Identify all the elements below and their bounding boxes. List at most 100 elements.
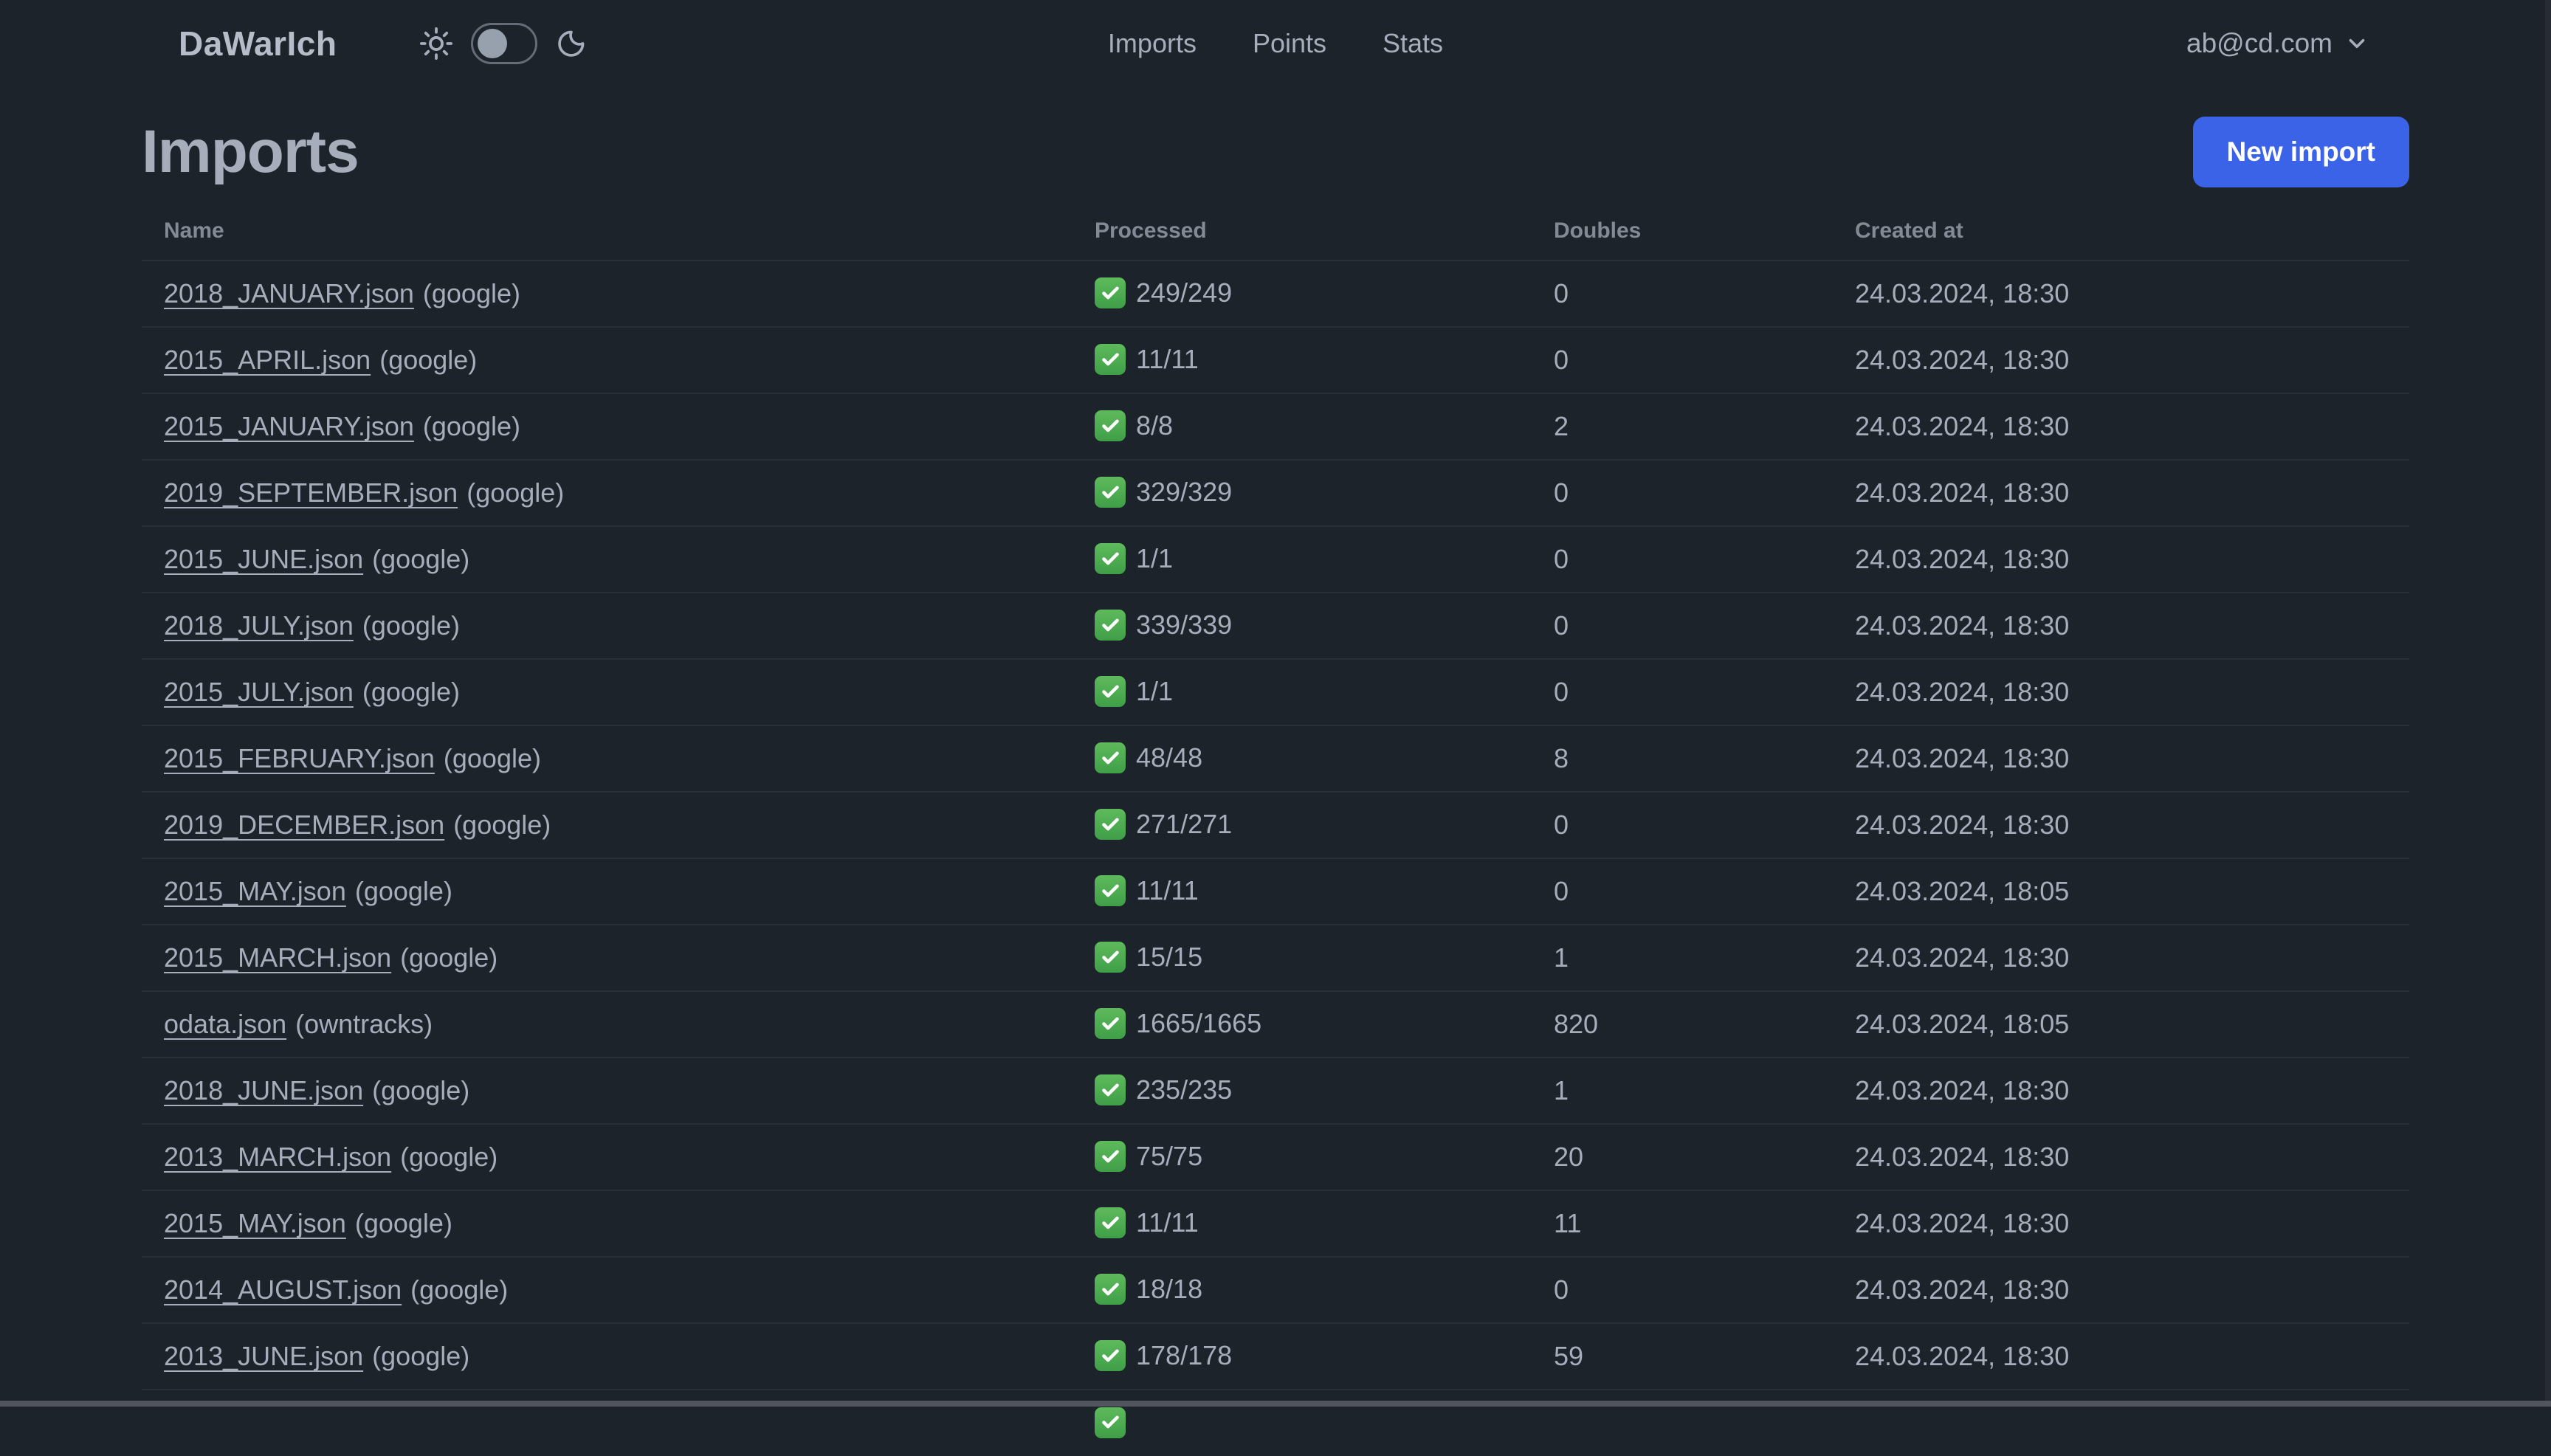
import-source: (google)	[372, 544, 470, 574]
processed-count: 249/249	[1136, 277, 1233, 308]
table-row: 2015_JUNE.json (google) 1/1 0 24.03.2024, 18…	[142, 526, 2409, 593]
chevron-down-icon	[2344, 31, 2369, 56]
moon-icon	[555, 27, 588, 60]
table-row: 2015_APRIL.json (google) 11/11 0 24.03.2024,…	[142, 327, 2409, 393]
import-file-link[interactable]: 2013_MARCH.json	[164, 1142, 391, 1172]
created-at: 24.03.2024, 18:30	[1855, 345, 2070, 375]
created-at: 24.03.2024, 18:05	[1855, 1009, 2070, 1039]
table-row: 2018_JANUARY.json (google) 249/249 0 24.03.2…	[142, 261, 2409, 327]
processed-status: 8/8	[1095, 410, 1173, 442]
check-icon	[1095, 1008, 1126, 1040]
nav-link-stats[interactable]: Stats	[1383, 28, 1443, 59]
processed-count: 11/11	[1136, 344, 1199, 375]
doubles-count: 20	[1554, 1142, 1584, 1172]
check-icon	[1095, 344, 1126, 376]
table-row: 2015_MARCH.json (google) 15/15 1 24.03.2024,…	[142, 925, 2409, 991]
created-at: 24.03.2024, 18:30	[1855, 677, 2070, 707]
doubles-count: 0	[1554, 345, 1569, 375]
import-file-link[interactable]: 2015_MARCH.json	[164, 942, 391, 973]
doubles-count: 0	[1554, 1274, 1569, 1305]
doubles-count: 1	[1554, 1075, 1569, 1105]
table-row: 2015_MAY.json (google) 11/11 0 24.03.2024, 1…	[142, 858, 2409, 925]
import-file-link[interactable]: 2014_AUGUST.json	[164, 1274, 402, 1305]
created-at: 24.03.2024, 18:30	[1855, 1142, 2070, 1172]
import-source: (google)	[422, 278, 520, 308]
import-file-link[interactable]: 2015_JANUARY.json	[164, 411, 414, 441]
processed-count: 11/11	[1136, 1207, 1199, 1238]
import-source: (google)	[362, 677, 460, 707]
import-source: (owntracks)	[295, 1009, 433, 1039]
processed-count: 1/1	[1136, 676, 1174, 707]
processed-count: 178/178	[1136, 1340, 1233, 1371]
import-file-link[interactable]: 2018_JUNE.json	[164, 1075, 363, 1105]
processed-status: 48/48	[1095, 742, 1202, 774]
main-nav: Imports Points Stats	[1108, 28, 1443, 59]
import-source: (google)	[362, 610, 460, 641]
check-icon	[1095, 742, 1126, 774]
check-icon	[1095, 942, 1126, 973]
processed-count: 11/11	[1136, 875, 1199, 906]
import-file-link[interactable]: 2019_DECEMBER.json	[164, 810, 444, 840]
import-source: (google)	[400, 942, 498, 973]
doubles-count: 0	[1554, 610, 1569, 641]
import-file-link[interactable]: 2015_JUNE.json	[164, 544, 363, 574]
processed-status: 15/15	[1095, 942, 1202, 973]
import-file-link[interactable]: 2018_JULY.json	[164, 610, 354, 641]
created-at: 24.03.2024, 18:30	[1855, 1341, 2070, 1371]
processed-status	[1095, 1407, 1126, 1438]
sun-icon	[419, 27, 453, 61]
table-row: 2013_JUNE.json (google) 178/178 59 24.03.202…	[142, 1323, 2409, 1390]
import-file-link[interactable]: 2013_JUNE.json	[164, 1341, 363, 1371]
main-content: Imports New import Name Processed Double…	[0, 117, 2551, 1456]
processed-status: 75/75	[1095, 1141, 1203, 1173]
created-at: 24.03.2024, 18:30	[1855, 278, 2070, 308]
import-source: (google)	[467, 477, 565, 508]
import-file-link[interactable]: 2015_APRIL.json	[164, 345, 371, 375]
import-file-link[interactable]: odata.json	[164, 1009, 286, 1039]
processed-count: 75/75	[1136, 1141, 1203, 1172]
app-logo[interactable]: DaWarIch	[179, 24, 337, 63]
check-icon	[1095, 1141, 1126, 1173]
theme-switch[interactable]	[471, 23, 538, 64]
processed-status: 271/271	[1095, 809, 1232, 841]
created-at: 24.03.2024, 18:30	[1855, 411, 2070, 441]
nav-link-points[interactable]: Points	[1253, 28, 1326, 59]
processed-status: 178/178	[1095, 1340, 1233, 1372]
import-source: (google)	[372, 1341, 470, 1371]
page-header: Imports New import	[142, 117, 2409, 187]
import-file-link[interactable]: 2015_MAY.json	[164, 1208, 346, 1238]
nav-link-imports[interactable]: Imports	[1108, 28, 1197, 59]
processed-status: 11/11	[1095, 875, 1199, 907]
import-source: (google)	[354, 876, 452, 906]
processed-count: 329/329	[1136, 477, 1233, 508]
table-header-row: Name Processed Doubles Created at	[142, 207, 2409, 261]
check-icon	[1095, 676, 1126, 708]
processed-status: 1/1	[1095, 543, 1173, 575]
new-import-button[interactable]: New import	[2192, 117, 2409, 187]
check-icon	[1095, 277, 1126, 309]
processed-status: 11/11	[1095, 344, 1199, 376]
doubles-count: 0	[1554, 677, 1569, 707]
table-row: 2015_FEBRUARY.json (google) 48/48 8 24.03.20…	[142, 725, 2409, 792]
user-menu[interactable]: ab@cd.com	[2186, 28, 2369, 59]
import-file-link[interactable]: 2015_FEBRUARY.json	[164, 743, 435, 773]
column-header-processed: Processed	[1095, 218, 1207, 243]
check-icon	[1095, 1340, 1126, 1372]
import-file-link[interactable]: 2015_MAY.json	[164, 876, 346, 906]
import-file-link[interactable]: 2015_JULY.json	[164, 677, 354, 707]
check-icon	[1095, 1074, 1126, 1106]
vertical-scrollbar[interactable]	[2545, 0, 2551, 1407]
import-file-link[interactable]: 2019_SEPTEMBER.json	[164, 477, 458, 508]
created-at: 24.03.2024, 18:30	[1855, 610, 2070, 641]
processed-status: 249/249	[1095, 277, 1233, 309]
table-row: 2019_DECEMBER.json (google) 271/271 0 24.03.…	[142, 792, 2409, 858]
check-icon	[1095, 809, 1126, 841]
column-header-name: Name	[164, 218, 224, 243]
created-at: 24.03.2024, 18:30	[1855, 743, 2070, 773]
processed-status: 235/235	[1095, 1074, 1232, 1106]
import-source: (google)	[400, 1142, 498, 1172]
import-source: (google)	[372, 1075, 470, 1105]
import-file-link[interactable]: 2018_JANUARY.json	[164, 278, 414, 308]
theme-toggle	[419, 23, 588, 64]
doubles-count: 59	[1554, 1341, 1584, 1371]
